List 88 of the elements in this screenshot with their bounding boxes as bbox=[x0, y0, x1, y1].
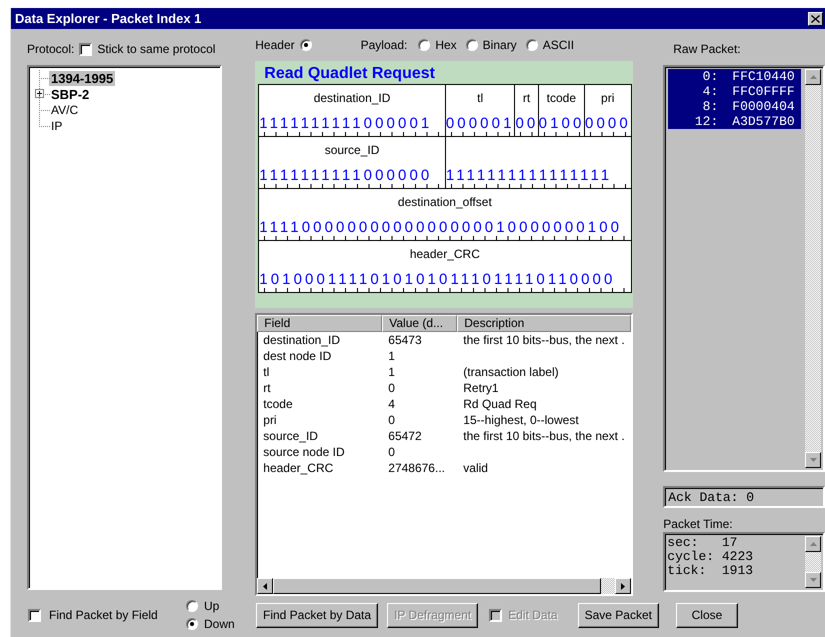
tree-item[interactable]: SBP-2 bbox=[49, 86, 92, 102]
button[interactable]: Close bbox=[676, 602, 738, 628]
table-cell: the first 10 bits--bus, the next . bbox=[463, 429, 625, 443]
table-cell: 15--highest, 0--lowest bbox=[463, 413, 579, 427]
radio-label: Down bbox=[204, 617, 235, 631]
scroll-down-icon bbox=[810, 578, 816, 582]
raw-packet-row[interactable]: 8: F0000404 bbox=[668, 99, 802, 114]
radio-label: ASCII bbox=[542, 38, 574, 52]
table-cell: 0 bbox=[388, 413, 395, 427]
column-header[interactable]: Value (d... bbox=[382, 315, 458, 332]
radio-button[interactable] bbox=[466, 39, 478, 51]
time-line: sec: 17 bbox=[667, 536, 738, 550]
tree-item[interactable]: AV/C bbox=[49, 103, 80, 117]
expand-icon[interactable] bbox=[35, 89, 44, 98]
table-cell: source node ID bbox=[263, 445, 345, 459]
column-header[interactable]: Description bbox=[457, 315, 632, 332]
checkbox[interactable] bbox=[28, 608, 41, 622]
table-cell: 0 bbox=[388, 381, 395, 395]
field-name: pri bbox=[601, 91, 614, 105]
table-cell: tcode bbox=[263, 397, 293, 411]
packet-time-label: Packet Time: bbox=[663, 517, 734, 532]
field-name: source_ID bbox=[324, 143, 380, 157]
table-cell: the first 10 bits--bus, the next . bbox=[463, 333, 625, 347]
field-name: tcode bbox=[546, 91, 576, 105]
checkbox-label: Stick to same protocol bbox=[97, 42, 216, 56]
scroll-left-icon bbox=[263, 582, 268, 590]
time-line: cycle: 4223 bbox=[667, 550, 754, 564]
field-name: destination_offset bbox=[398, 195, 492, 209]
checkbox[interactable] bbox=[79, 42, 92, 56]
scroll-up-icon bbox=[810, 75, 816, 79]
vertical-scrollbar[interactable] bbox=[805, 536, 821, 588]
bit-values: 0000 bbox=[585, 115, 630, 136]
tree-item[interactable]: 1394-1995 bbox=[49, 70, 116, 86]
scroll-down-icon bbox=[810, 458, 816, 462]
table-cell: valid bbox=[463, 461, 488, 475]
header-label: Header bbox=[255, 38, 295, 52]
radio-button[interactable] bbox=[186, 618, 198, 630]
button[interactable]: Save Packet bbox=[578, 602, 659, 628]
table-cell: pri bbox=[263, 413, 277, 427]
raw-packet-label: Raw Packet: bbox=[672, 41, 742, 58]
time-line: tick: 1913 bbox=[667, 564, 754, 578]
radio-button[interactable] bbox=[300, 39, 312, 51]
radio-button[interactable] bbox=[526, 39, 538, 51]
table-cell: source_ID bbox=[263, 429, 318, 443]
window-title: Data Explorer - Packet Index 1 bbox=[15, 11, 202, 26]
payload-label: Payload: bbox=[360, 38, 408, 52]
table-cell: Rd Quad Req bbox=[463, 397, 537, 411]
raw-packet-row[interactable]: 12: A3D577B0 bbox=[668, 114, 802, 129]
table-cell: tl bbox=[263, 365, 270, 379]
scroll-right-icon bbox=[621, 582, 626, 590]
close-icon bbox=[811, 14, 820, 22]
field-name: destination_ID bbox=[314, 91, 390, 105]
table-cell: 65472 bbox=[388, 429, 422, 443]
close-button[interactable] bbox=[808, 12, 823, 26]
table-cell: 65473 bbox=[388, 333, 422, 347]
table-cell: 1 bbox=[388, 365, 395, 379]
bit-values: 00 bbox=[515, 115, 538, 136]
scrollbar-track[interactable] bbox=[601, 578, 616, 594]
table-cell: 1 bbox=[388, 349, 395, 363]
raw-packet-row[interactable]: 4: FFC0FFFF bbox=[668, 84, 802, 99]
field-name: rt bbox=[522, 91, 530, 105]
table-cell: header_CRC bbox=[263, 461, 334, 475]
table-cell: dest node ID bbox=[263, 349, 332, 363]
radio-label: Up bbox=[204, 599, 220, 613]
table-cell: Retry1 bbox=[463, 381, 499, 395]
vertical-scrollbar[interactable] bbox=[805, 69, 821, 468]
checkbox-label: Edit Data bbox=[508, 608, 558, 622]
button[interactable]: Find Packet by Data bbox=[256, 602, 378, 628]
tree-item[interactable]: IP bbox=[49, 119, 64, 133]
table-cell: 2748676... bbox=[388, 461, 445, 475]
ack-data-field: Ack Data: 0 bbox=[663, 486, 825, 508]
scroll-up-icon bbox=[810, 542, 816, 546]
table-cell: 4 bbox=[388, 397, 395, 411]
column-header[interactable]: Field bbox=[257, 315, 382, 332]
table-cell: rt bbox=[263, 381, 271, 395]
field-name: header_CRC bbox=[410, 247, 480, 261]
radio-label: Binary bbox=[482, 38, 517, 52]
table-cell: 0 bbox=[388, 445, 395, 459]
field-name: tl bbox=[477, 91, 484, 105]
table-cell: (transaction label) bbox=[463, 365, 559, 379]
raw-packet-row[interactable]: 0: FFC10440 bbox=[668, 69, 802, 84]
radio-button[interactable] bbox=[186, 600, 198, 612]
radio-button[interactable] bbox=[418, 39, 430, 51]
packet-title: Read Quadlet Request bbox=[263, 65, 436, 84]
table-cell: destination_ID bbox=[263, 333, 340, 347]
radio-label: Hex bbox=[435, 38, 457, 52]
protocol-label: Protocol: bbox=[27, 42, 74, 56]
checkbox-label: Find Packet by Field bbox=[49, 608, 159, 622]
